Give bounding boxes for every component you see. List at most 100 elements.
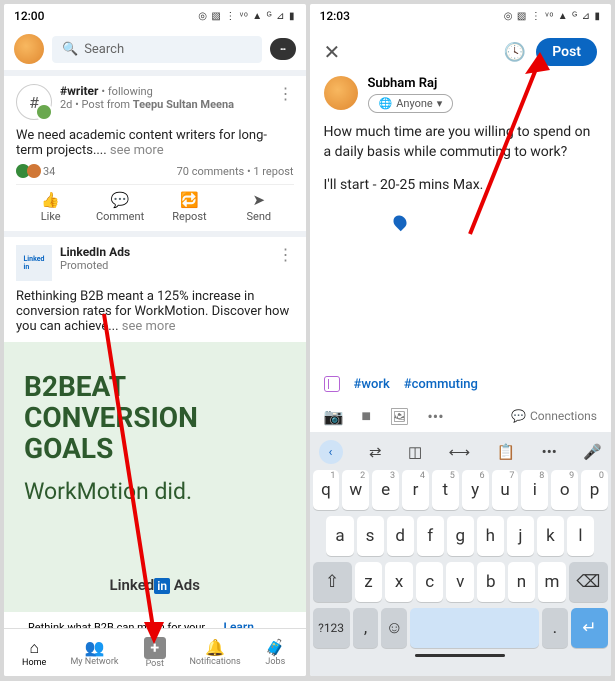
kbd-translate-icon[interactable]: ⇄	[369, 443, 382, 461]
comment-button[interactable]: 💬Comment	[85, 191, 154, 223]
kbd-clipboard-icon[interactable]: 📋	[497, 443, 516, 461]
post-stats[interactable]: 70 comments • 1 repost	[177, 165, 294, 178]
numbers-key[interactable]: ?123	[313, 608, 350, 648]
key-d[interactable]: d	[387, 516, 414, 556]
messages-icon[interactable]	[270, 38, 296, 60]
image-icon[interactable]: 🖼	[389, 407, 409, 426]
phone-feed: 12:00 ◎ ▧ ⋮ ᵛᵒ ▲ ᴳ ⊿ ▮ 🔍 Search # #write…	[4, 4, 306, 676]
key-x[interactable]: x	[385, 562, 413, 602]
key-c[interactable]: c	[416, 562, 444, 602]
key-l[interactable]: l	[567, 516, 594, 556]
key-u[interactable]: u7	[492, 470, 519, 510]
key-q[interactable]: q1	[313, 470, 340, 510]
key-m[interactable]: m	[538, 562, 566, 602]
status-bar: 12:00 ◎ ▧ ⋮ ᵛᵒ ▲ ᴳ ⊿ ▮	[4, 4, 306, 28]
nav-handle[interactable]	[415, 654, 505, 657]
camera-icon[interactable]: 📷	[324, 407, 344, 426]
like-button[interactable]: 👍Like	[16, 191, 85, 223]
key-e[interactable]: e3	[372, 470, 399, 510]
post-actions: 👍Like 💬Comment 🔁Repost ➤Send	[16, 184, 294, 223]
kbd-collapse-icon[interactable]: ‹	[319, 440, 343, 464]
comma-key[interactable]: ,	[353, 608, 379, 648]
ad-see-more[interactable]: see more	[122, 319, 176, 334]
close-icon[interactable]: ✕	[324, 40, 341, 64]
key-v[interactable]: v	[446, 562, 474, 602]
key-w[interactable]: w2	[342, 470, 369, 510]
key-z[interactable]: z	[355, 562, 383, 602]
more-icon[interactable]: •••	[427, 407, 443, 426]
sponsored-post: Linkedin LinkedIn Ads Promoted ⋮ Rethink…	[4, 231, 306, 664]
template-icon[interactable]	[324, 376, 340, 392]
ad-h-pre: B2	[24, 370, 58, 403]
backspace-key[interactable]: ⌫	[569, 562, 608, 602]
send-button[interactable]: ➤Send	[224, 191, 293, 223]
ad-menu-icon[interactable]: ⋮	[278, 245, 294, 264]
ad-name[interactable]: LinkedIn Ads	[60, 245, 130, 259]
key-i[interactable]: i8	[521, 470, 548, 510]
status-time: 12:03	[320, 9, 350, 23]
hashtag-commuting[interactable]: #commuting	[404, 377, 478, 392]
key-t[interactable]: t5	[432, 470, 459, 510]
ad-image[interactable]: B2BEAT CONVERSION GOALS WorkMotion did. …	[4, 342, 306, 612]
follow-label: • following	[101, 85, 152, 98]
key-a[interactable]: a	[326, 516, 353, 556]
emoji-key[interactable]: ☺	[381, 608, 407, 648]
post-author[interactable]: Teepu Sultan Meena	[133, 98, 234, 111]
reactions[interactable]: 34	[16, 164, 55, 178]
period-key[interactable]: .	[542, 608, 568, 648]
home-icon: ⌂	[29, 638, 39, 658]
key-s[interactable]: s	[357, 516, 384, 556]
kbd-sticker-icon[interactable]: ◫	[408, 443, 422, 461]
kbd-mic-icon[interactable]: 🎤	[583, 443, 602, 461]
hashtag-work[interactable]: #work	[354, 377, 390, 392]
status-icons: ◎ ▧ ⋮ ᵛᵒ ▲ ᴳ ⊿ ▮	[198, 11, 295, 22]
see-more-link[interactable]: see more	[110, 143, 164, 158]
shift-key[interactable]: ⇧	[313, 562, 352, 602]
key-j[interactable]: j	[507, 516, 534, 556]
video-icon[interactable]: ■	[361, 406, 371, 426]
key-n[interactable]: n	[508, 562, 536, 602]
kbd-text-icon[interactable]: ⟷	[449, 443, 471, 461]
post-button[interactable]: Post	[536, 38, 597, 66]
post-meta: #writer • following 2d • Post from Teepu…	[60, 84, 234, 111]
connections-button[interactable]: 💬Connections	[511, 409, 597, 423]
key-r[interactable]: r4	[402, 470, 429, 510]
hashtag-avatar[interactable]: #	[16, 84, 52, 120]
nav-network[interactable]: 👥My Network	[64, 629, 124, 676]
media-row: 📷 ■ 🖼 ••• 💬Connections	[310, 400, 612, 432]
key-o[interactable]: o9	[551, 470, 578, 510]
post-menu-icon[interactable]: ⋮	[278, 84, 294, 103]
text-cursor-handle[interactable]	[390, 213, 408, 231]
compose-textarea[interactable]: How much time are you willing to spend o…	[310, 123, 612, 229]
profile-avatar[interactable]	[14, 34, 44, 64]
repost-button[interactable]: 🔁Repost	[155, 191, 224, 223]
nav-home[interactable]: ⌂Home	[4, 629, 64, 676]
post-body: We need academic content writers for lon…	[16, 128, 294, 158]
nav-jobs[interactable]: 🧳Jobs	[245, 629, 305, 676]
author-avatar[interactable]	[324, 76, 358, 110]
visibility-selector[interactable]: 🌐Anyone▾	[368, 94, 454, 113]
key-b[interactable]: b	[477, 562, 505, 602]
search-icon: 🔍	[62, 42, 78, 57]
schedule-icon[interactable]: 🕓	[504, 42, 526, 63]
key-g[interactable]: g	[447, 516, 474, 556]
key-p[interactable]: p0	[581, 470, 608, 510]
post-tag[interactable]: #writer	[60, 84, 98, 98]
key-f[interactable]: f	[417, 516, 444, 556]
author-name: Subham Raj	[368, 76, 454, 91]
nav-post[interactable]: +Post	[125, 629, 185, 676]
search-input[interactable]: 🔍 Search	[52, 36, 262, 63]
key-h[interactable]: h	[477, 516, 504, 556]
space-key[interactable]	[410, 608, 539, 648]
compose-line1: How much time are you willing to spend o…	[324, 123, 598, 162]
hashtag-row: #work #commuting	[310, 368, 612, 400]
key-y[interactable]: y6	[462, 470, 489, 510]
comment-icon: 💬	[511, 409, 526, 423]
nav-notifications[interactable]: 🔔Notifications	[185, 629, 245, 676]
key-k[interactable]: k	[537, 516, 564, 556]
kbd-more-icon[interactable]: •••	[542, 443, 557, 461]
post-time: 2d • Post from	[60, 98, 133, 111]
enter-key[interactable]: ↵	[571, 608, 608, 648]
globe-icon: 🌐	[379, 97, 393, 110]
ad-logo[interactable]: Linkedin	[16, 245, 52, 281]
